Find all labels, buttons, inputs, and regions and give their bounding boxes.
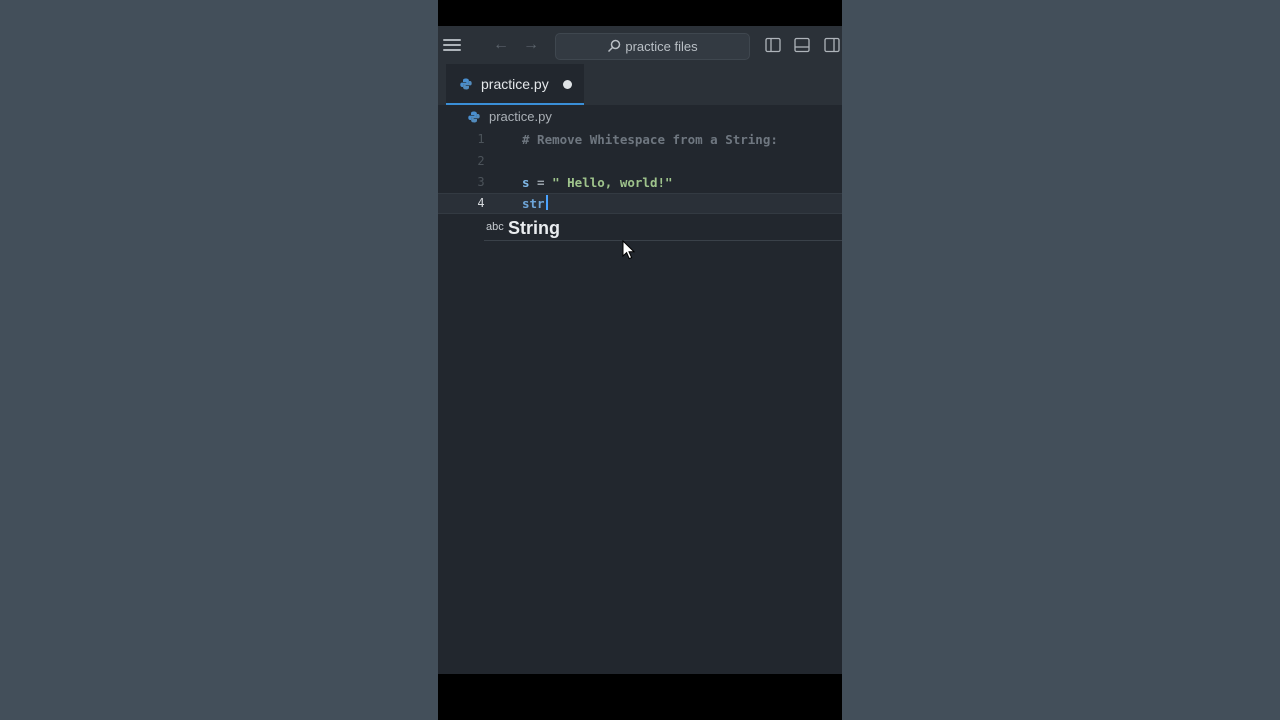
mouse-pointer-icon	[622, 240, 636, 260]
toggle-primary-sidebar-icon[interactable]	[765, 37, 781, 53]
search-icon	[608, 39, 621, 53]
python-file-icon	[468, 111, 480, 123]
command-center-search[interactable]: practice files	[555, 33, 750, 60]
line-number: 1	[477, 132, 485, 146]
text-cursor	[545, 195, 548, 210]
code-assignment: s = " Hello, world!"	[522, 172, 673, 193]
search-text: practice files	[625, 39, 698, 54]
autocomplete-suggestion[interactable]: abc String	[484, 217, 842, 241]
line-number: 2	[477, 154, 485, 168]
toggle-secondary-sidebar-icon[interactable]	[824, 37, 840, 53]
arrow-left-icon[interactable]: ←	[493, 36, 509, 54]
line-number: 4	[477, 196, 485, 210]
code-line[interactable]: 1 # Remove Whitespace from a String:	[438, 129, 842, 150]
code-line-active[interactable]: 4 str	[438, 193, 842, 214]
menu-icon[interactable]	[443, 39, 461, 51]
arrow-right-icon[interactable]: →	[523, 36, 539, 54]
code-typing: str	[522, 194, 548, 213]
python-file-icon	[460, 78, 472, 90]
code-editor-window: ← → practice files practice.py practice.…	[438, 26, 842, 674]
code-string: " Hello, world!"	[552, 175, 673, 190]
code-line[interactable]: 2	[438, 151, 842, 172]
suggestion-label: String	[508, 218, 560, 238]
toggle-panel-icon[interactable]	[794, 37, 810, 53]
breadcrumb-file-label: practice.py	[489, 109, 552, 124]
tab-practice-py[interactable]: practice.py	[446, 64, 584, 105]
line-number: 3	[477, 175, 485, 189]
code-typed-text: str	[522, 196, 545, 211]
code-comment: # Remove Whitespace from a String:	[522, 132, 778, 147]
text-suggestion-icon: abc	[486, 221, 504, 233]
code-operator: =	[529, 175, 553, 190]
tab-label: practice.py	[481, 76, 549, 92]
code-variable: s	[522, 175, 530, 190]
video-frame: ← → practice files practice.py practice.…	[438, 0, 842, 720]
tab-bar: practice.py	[438, 64, 842, 105]
code-line[interactable]: 3 s = " Hello, world!"	[438, 172, 842, 193]
title-bar: ← → practice files	[438, 26, 842, 64]
unsaved-dot-icon[interactable]	[563, 80, 572, 89]
